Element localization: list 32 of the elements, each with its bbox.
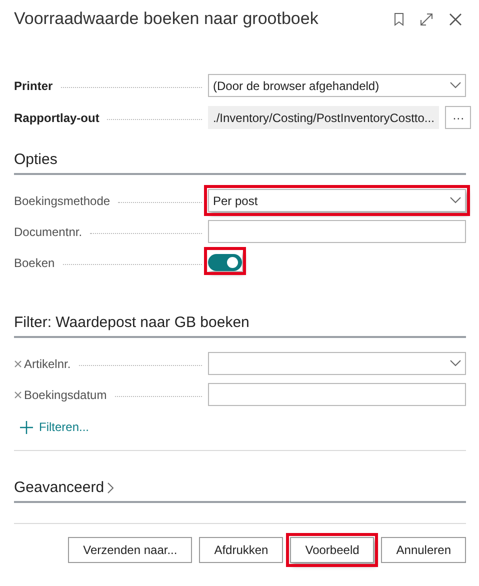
field-label: Rapportlay-out [14, 110, 100, 124]
field-label: Printer [14, 78, 53, 92]
add-filter-link[interactable]: Filteren... [20, 420, 90, 434]
window-title: Voorraadwaarde boeken naar grootboek [14, 9, 320, 29]
section-title[interactable]: Geavanceerd [14, 479, 104, 496]
input-field[interactable] [208, 383, 466, 406]
section-title: Opties [14, 151, 58, 168]
remove-filter-icon[interactable] [14, 390, 22, 398]
field-label: Boekingsmethode [14, 194, 110, 208]
dialog-button[interactable]: Afdrukken [199, 537, 284, 563]
toggle-switch[interactable] [208, 254, 242, 271]
field-label: Documentnr. [14, 224, 82, 238]
chevron-right-icon[interactable] [107, 482, 114, 494]
field-label: Artikelnr. [24, 356, 71, 370]
layout-field[interactable]: ./Inventory/Costing/PostInventoryCostto... [208, 106, 440, 129]
input-field[interactable] [208, 220, 466, 243]
lookup-button[interactable]: ··· [445, 106, 472, 129]
dropdown-field[interactable]: (Door de browser afgehandeld) [208, 74, 466, 97]
chevron-down-icon [450, 360, 461, 367]
remove-filter-icon[interactable] [14, 360, 22, 368]
chevron-down-icon [450, 82, 461, 89]
expand-icon[interactable] [420, 12, 433, 26]
field-label: Boekingsdatum [24, 388, 107, 402]
field-label: Boeken [14, 256, 55, 270]
plus-icon [20, 420, 33, 434]
bookmark-icon[interactable] [394, 12, 404, 26]
section-title: Filter: Waardepost naar GB boeken [14, 314, 250, 331]
dialog-button[interactable]: Verzenden naar... [68, 537, 192, 563]
chevron-down-icon [450, 197, 461, 204]
dialog-button[interactable]: Annuleren [381, 537, 466, 563]
close-icon[interactable] [449, 12, 462, 26]
dropdown-field[interactable] [208, 352, 466, 375]
